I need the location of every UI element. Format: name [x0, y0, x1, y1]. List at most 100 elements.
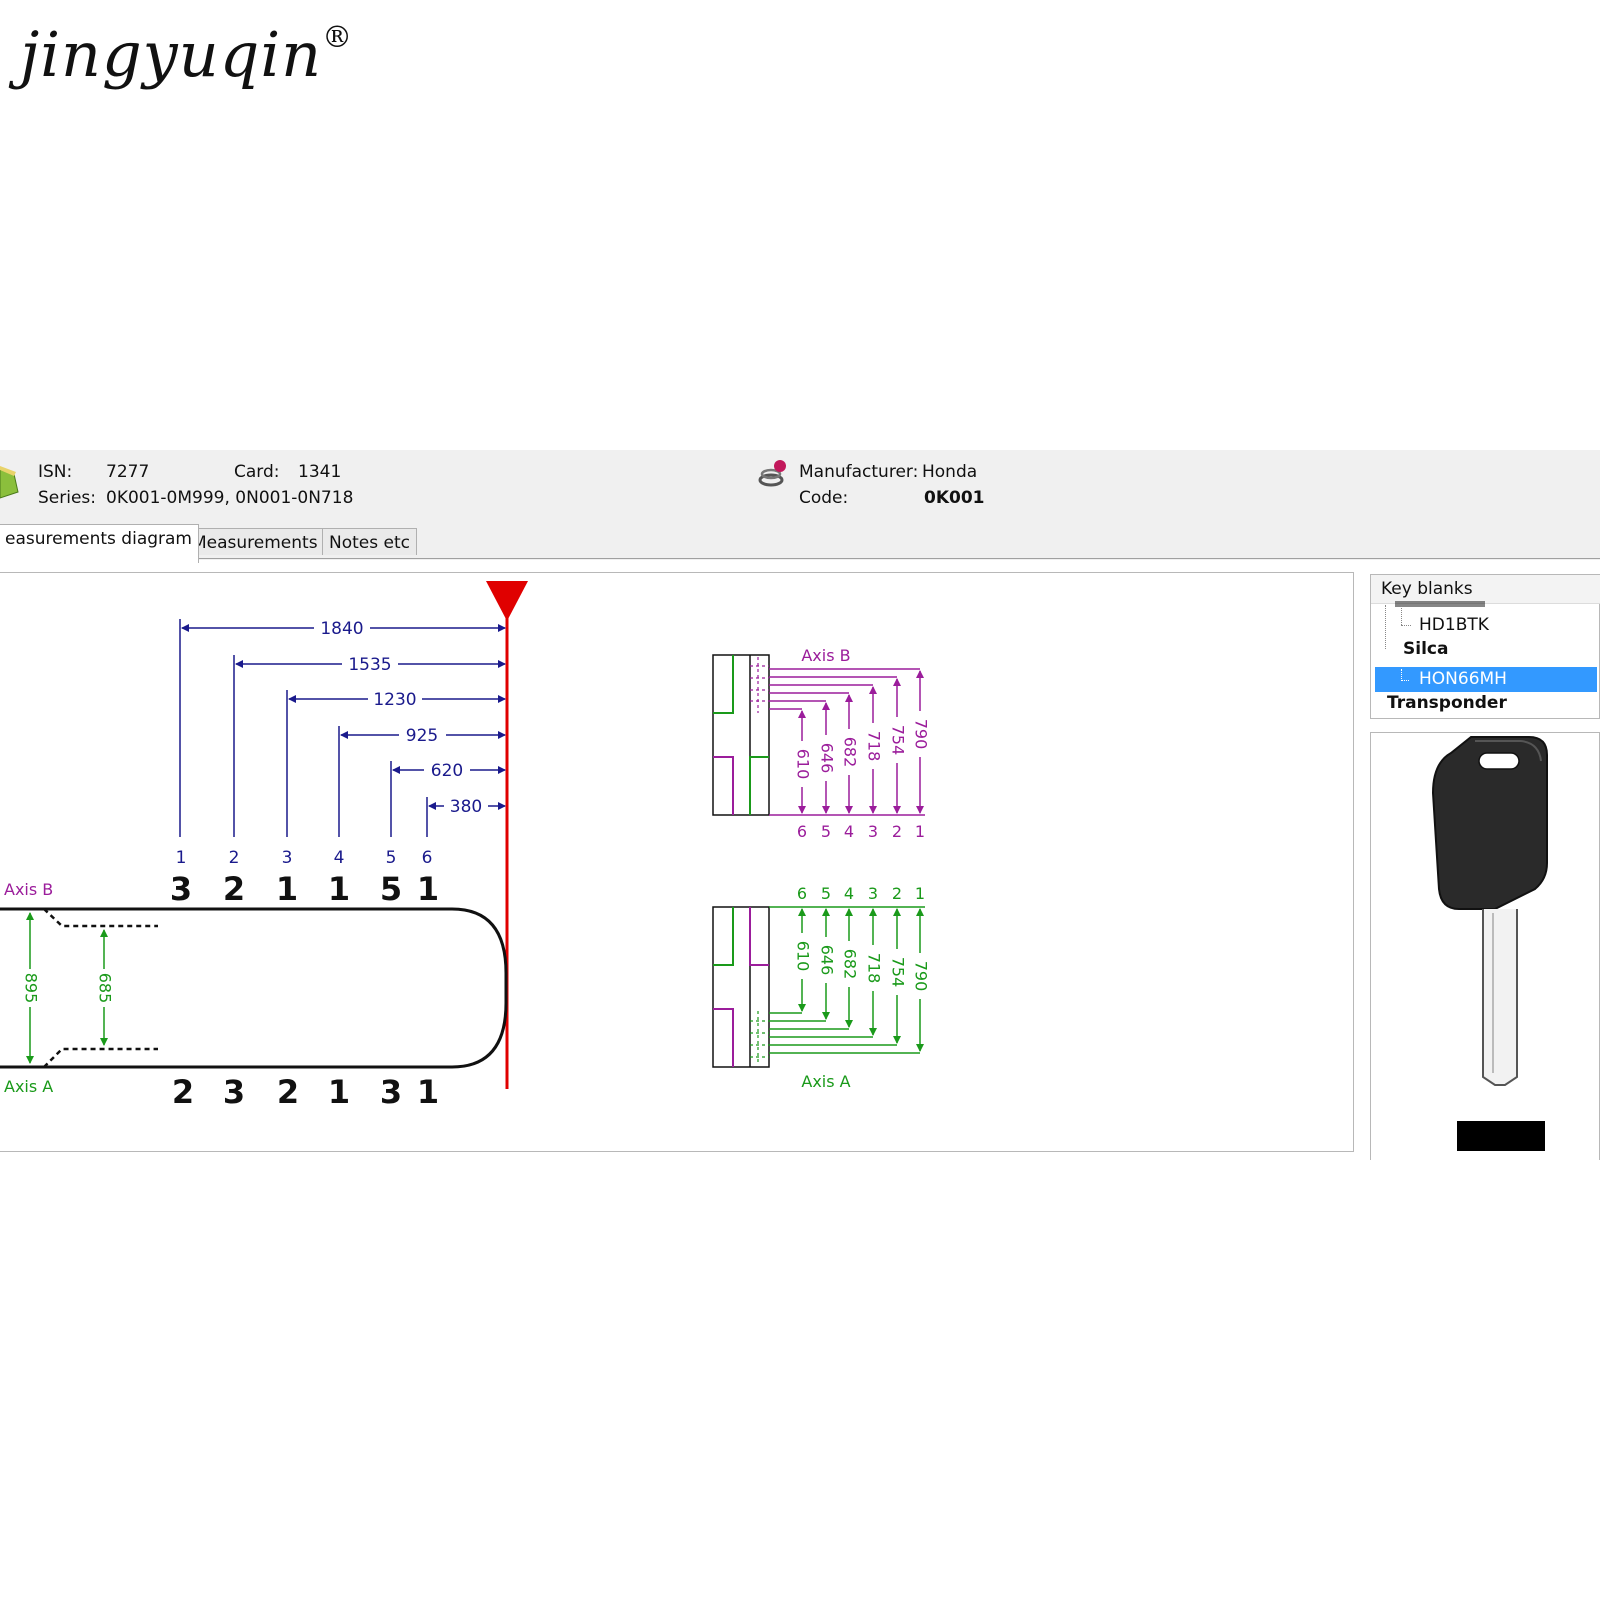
axis-a-depth-value-5: 754 — [889, 957, 908, 988]
axis-b-depth-number-5: 5 — [821, 822, 831, 841]
key-blank-image — [1431, 736, 1548, 1151]
spacing-value-4: 925 — [406, 726, 438, 746]
axis-b-depth-value-5: 754 — [889, 725, 908, 756]
tab-divider — [0, 558, 1600, 559]
key-blanks-header-label: Key blanks — [1381, 579, 1473, 599]
axis-a-depth-number-4: 4 — [844, 884, 854, 903]
key-ring-hole — [1478, 752, 1520, 770]
tab-measurements-diagram[interactable]: easurements diagram — [0, 524, 199, 563]
axis-b-depth-number-2: 2 — [892, 822, 902, 841]
manufacturer-label: Manufacturer: — [799, 462, 919, 482]
axis-a-depth-value-1: 610 — [794, 941, 813, 972]
spacing-value-5: 620 — [431, 761, 463, 781]
tab-measurements[interactable]: Measurements — [185, 528, 325, 555]
series-value: 0K001-0M999, 0N001-0N718 — [106, 488, 354, 508]
axis-b-profile-purple-bottom — [713, 756, 734, 815]
blade-groove-bottom — [43, 1047, 158, 1068]
axis-b-section-box — [712, 654, 770, 816]
axis-a-cut-4: 1 — [328, 1073, 350, 1111]
key-blank-image-panel — [1370, 732, 1600, 1160]
axis-a-depth-number-5: 5 — [821, 884, 831, 903]
axis-a-depth-number-1: 1 — [915, 884, 925, 903]
axis-a-depth-value-4: 718 — [865, 953, 884, 984]
logo-text: jingyuqin — [20, 18, 323, 91]
card-value: 1341 — [298, 462, 342, 482]
tab-notes[interactable]: Notes etc — [322, 528, 417, 555]
axis-b-profile-green-bottom — [749, 756, 769, 815]
axis-b-depth-number-1: 1 — [915, 822, 925, 841]
axis-a-profile-green-top — [713, 907, 734, 966]
width-inner-value: 685 — [96, 973, 115, 1004]
position-label-6: 6 — [422, 848, 433, 868]
axis-b-cut-4: 1 — [328, 870, 350, 908]
code-label: Code: — [799, 488, 849, 508]
axis-b-cut-marks — [750, 657, 769, 713]
axis-a-depth-value-2: 646 — [818, 945, 837, 976]
manufacturer-icon — [758, 460, 786, 487]
key-diagram: 1840 1535 1230 925 620 380 1 2 3 4 5 6 3… — [0, 581, 931, 1111]
axis-b-cut-5: 5 — [380, 870, 402, 908]
axis-b-cross-section: 610 646 682 718 754 790 6 5 4 3 2 1 Axis… — [712, 646, 931, 841]
tree-connector-3 — [1401, 625, 1411, 627]
tree-item-transponder[interactable]: Transponder — [1387, 693, 1507, 713]
axis-a-cut-1: 2 — [172, 1073, 194, 1111]
tree-item-hon66mh-label: HON66MH — [1419, 669, 1507, 689]
width-outer-value: 895 — [22, 973, 41, 1004]
key-blade-outline — [0, 907, 508, 1069]
axis-a-label: Axis A — [4, 1077, 53, 1096]
axis-b-depth-value-4: 718 — [865, 731, 884, 762]
key-label-bar — [1457, 1121, 1545, 1151]
axis-a-cut-3: 2 — [277, 1073, 299, 1111]
isn-value: 7277 — [106, 462, 150, 482]
axis-b-depth-number-4: 4 — [844, 822, 854, 841]
book-icon — [0, 466, 19, 499]
tree-item-silca[interactable]: Silca — [1403, 639, 1448, 659]
axis-a-depth-value-3: 682 — [841, 949, 860, 980]
tree-item-hd1btk[interactable]: HD1BTK — [1419, 615, 1489, 635]
card-label: Card: — [234, 462, 280, 482]
position-label-4: 4 — [334, 848, 345, 868]
tree-connector-1 — [1385, 605, 1387, 649]
axis-b-depth-value-1: 610 — [794, 749, 813, 780]
scrolled-item-remnant — [1395, 601, 1485, 607]
position-label-3: 3 — [282, 848, 293, 868]
axis-b-depth-value-3: 682 — [841, 737, 860, 768]
axis-a-cut-2: 3 — [223, 1073, 245, 1111]
key-blade — [1482, 909, 1518, 1086]
series-label: Series: — [38, 488, 97, 508]
axis-a-cut-6: 1 — [417, 1073, 439, 1111]
position-label-2: 2 — [229, 848, 240, 868]
brand-logo: jingyuqin® — [20, 18, 353, 91]
spacing-value-6: 380 — [450, 797, 482, 817]
code-value: 0K001 — [924, 488, 985, 508]
axis-b-cut-3: 1 — [276, 870, 298, 908]
blade-groove-top — [43, 908, 158, 928]
key-blanks-header: Key blanks — [1371, 575, 1600, 604]
tree-connector-2 — [1401, 605, 1403, 625]
axis-b-cut-1: 3 — [170, 870, 192, 908]
spacing-value-1: 1840 — [320, 619, 363, 639]
axis-b-depth-value-2: 646 — [818, 743, 837, 774]
axis-b-section-label: Axis B — [801, 646, 850, 665]
axis-a-profile-purple-bottom — [713, 1008, 734, 1067]
spacing-value-3: 1230 — [373, 690, 416, 710]
axis-b-cut-6: 1 — [417, 870, 439, 908]
shoulder-stop-marker — [486, 581, 528, 621]
key-blanks-tree[interactable]: Key blanks HD1BTK Silca HON66MH Transpon… — [1370, 574, 1600, 719]
diagram-panel: 1840 1535 1230 925 620 380 1 2 3 4 5 6 3… — [0, 572, 1354, 1152]
isn-label: ISN: — [38, 462, 73, 482]
axis-a-profile-purple-top — [749, 907, 769, 966]
axis-b-label: Axis B — [4, 880, 53, 899]
axis-b-depth-number-3: 3 — [868, 822, 878, 841]
axis-b-cut-2: 2 — [223, 870, 245, 908]
tree-item-hon66mh[interactable]: HON66MH — [1375, 667, 1597, 692]
axis-a-cross-section: 610 646 682 718 754 790 6 5 4 3 2 1 Axis… — [712, 884, 931, 1091]
spacing-value-2: 1535 — [348, 655, 391, 675]
registered-mark: ® — [322, 20, 354, 55]
axis-b-depth-number-6: 6 — [797, 822, 807, 841]
axis-a-section-box — [712, 906, 770, 1068]
axis-a-section-label: Axis A — [801, 1072, 850, 1091]
axis-a-depth-value-6: 790 — [912, 961, 931, 992]
axis-b-depth-value-6: 790 — [912, 719, 931, 750]
axis-a-depth-number-2: 2 — [892, 884, 902, 903]
